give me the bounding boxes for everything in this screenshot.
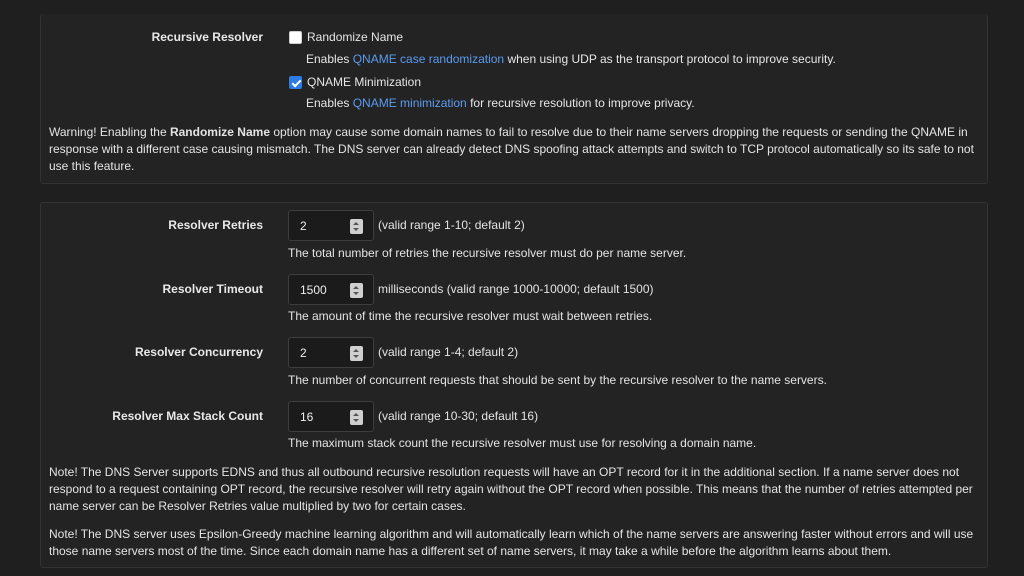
qname-case-randomization-link[interactable]: QNAME case randomization <box>353 52 504 66</box>
recursive-resolver-label: Recursive Resolver <box>151 30 263 44</box>
epsilon-greedy-note: Note! The DNS server uses Epsilon-Greedy… <box>49 527 974 558</box>
qname-minimization-checkbox[interactable] <box>289 76 302 89</box>
spinner-icon[interactable] <box>350 410 363 425</box>
resolver-settings-panel: Resolver Retries 2 (valid range 1-10; de… <box>40 202 988 568</box>
spinner-icon[interactable] <box>350 283 363 298</box>
spinner-icon[interactable] <box>350 219 363 234</box>
resolver-timeout-help: The amount of time the recursive resolve… <box>288 309 653 323</box>
qname-minimization-description: Enables QNAME minimization for recursive… <box>306 96 695 110</box>
randomize-warning-text: Warning! Enabling the Randomize Name opt… <box>49 124 981 175</box>
resolver-max-stack-value[interactable]: 16 <box>300 410 313 424</box>
resolver-concurrency-label: Resolver Concurrency <box>134 345 263 359</box>
minimization-desc-text: Enables <box>306 96 353 110</box>
randomize-name-label[interactable]: Randomize Name <box>307 30 403 44</box>
resolver-concurrency-help: The number of concurrent requests that s… <box>288 373 827 387</box>
randomize-desc-text-end: when using UDP as the transport protocol… <box>504 52 836 66</box>
resolver-timeout-label: Resolver Timeout <box>162 282 263 296</box>
randomize-desc-text: Enables <box>306 52 353 66</box>
resolver-concurrency-hint: (valid range 1-4; default 2) <box>378 345 519 359</box>
resolver-max-stack-label: Resolver Max Stack Count <box>112 409 263 423</box>
minimization-desc-text-end: for recursive resolution to improve priv… <box>466 96 695 110</box>
resolver-concurrency-value[interactable]: 2 <box>300 346 307 360</box>
edns-note: Note! The DNS Server supports EDNS and t… <box>49 465 973 513</box>
resolver-timeout-value[interactable]: 1500 <box>300 283 327 297</box>
recursive-resolver-panel: Recursive Resolver Randomize Name Enable… <box>40 14 988 184</box>
resolver-retries-help: The total number of retries the recursiv… <box>288 246 687 260</box>
resolver-retries-hint: (valid range 1-10; default 2) <box>378 218 525 232</box>
randomize-name-description: Enables QNAME case randomization when us… <box>306 52 836 66</box>
warning-text-start: Warning! Enabling the <box>49 125 170 139</box>
warning-bold-text: Randomize Name <box>169 125 270 139</box>
resolver-max-stack-help: The maximum stack count the recursive re… <box>288 436 757 450</box>
resolver-max-stack-input[interactable]: 16 <box>288 401 374 432</box>
randomize-name-checkbox[interactable] <box>289 31 302 44</box>
resolver-retries-input[interactable]: 2 <box>288 210 374 241</box>
qname-minimization-link[interactable]: QNAME minimization <box>353 96 467 110</box>
resolver-retries-label: Resolver Retries <box>168 218 263 232</box>
qname-minimization-label[interactable]: QNAME Minimization <box>307 75 421 89</box>
resolver-max-stack-hint: (valid range 10-30; default 16) <box>378 409 539 423</box>
resolver-concurrency-input[interactable]: 2 <box>288 337 374 368</box>
resolver-timeout-hint: milliseconds (valid range 1000-10000; de… <box>378 282 654 296</box>
resolver-retries-value[interactable]: 2 <box>300 219 307 233</box>
spinner-icon[interactable] <box>350 346 363 361</box>
resolver-timeout-input[interactable]: 1500 <box>288 274 374 305</box>
